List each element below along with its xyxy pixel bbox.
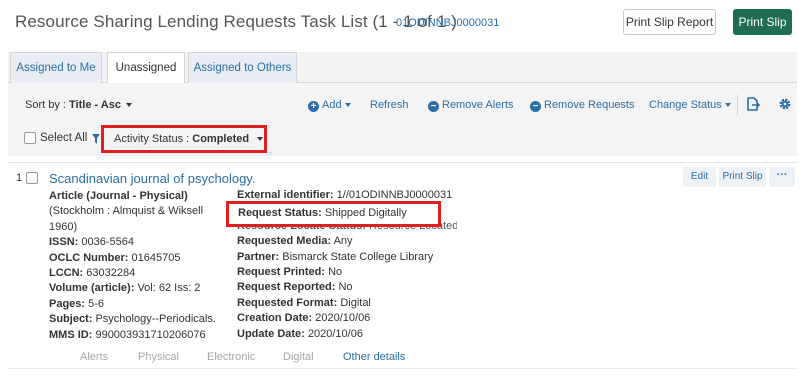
creation-date-label: Creation Date: [237, 312, 313, 325]
record-bottom-divider [8, 368, 797, 369]
page-header: Resource Sharing Lending Requests Task L… [0, 0, 812, 44]
subtab-alerts[interactable]: Alerts [80, 351, 108, 363]
request-status-value: Shipped Digitally [324, 207, 407, 219]
record-checkbox[interactable] [26, 172, 38, 184]
creation-date-value: 2020/10/06 [315, 312, 371, 325]
change-status-button[interactable]: Change Status [649, 98, 731, 112]
change-status-label: Change Status [649, 99, 722, 111]
remove-requests-label: Remove Requests [544, 99, 635, 111]
pages-label: Pages: [49, 297, 86, 310]
chevron-down-icon [126, 103, 132, 108]
tab-assigned-to-others[interactable]: Assigned to Others [188, 52, 297, 83]
issn-value: 0036-5564 [81, 236, 135, 249]
subtab-digital[interactable]: Digital [283, 351, 314, 363]
request-reported-value: No [338, 281, 353, 294]
plus-circle-icon: + [308, 101, 319, 112]
lccn-label: LCCN: [49, 267, 84, 280]
request-printed-label: Request Printed: [237, 265, 326, 278]
request-status-highlight: Request Status: Shipped Digitally [226, 201, 441, 227]
partner-label: Partner: [237, 250, 280, 263]
request-printed-value: No [328, 265, 343, 278]
toolbar-separator [737, 95, 738, 115]
filter-prefix: Activity Status : [114, 133, 193, 145]
gear-icon[interactable] [778, 97, 792, 111]
add-button[interactable]: + Add [308, 98, 351, 112]
minus-circle-icon: − [428, 101, 439, 112]
request-reported-label: Request Reported: [237, 281, 336, 294]
institution-code-link[interactable]: 01ODINNBJ0000031 [396, 17, 499, 29]
chevron-down-icon [257, 137, 264, 142]
volume-label: Volume (article): [49, 282, 135, 295]
print-slip-report-button[interactable]: Print Slip Report [623, 9, 716, 35]
sort-dropdown[interactable]: Sort by : Title - Asc [25, 99, 132, 111]
export-icon[interactable] [746, 97, 760, 111]
requested-format-value: Digital [340, 296, 371, 309]
subtab-other-details[interactable]: Other details [343, 351, 405, 363]
tab-assigned-to-me[interactable]: Assigned to Me [10, 52, 102, 83]
pages-value: 5-6 [88, 297, 105, 310]
sort-prefix: Sort by : [25, 99, 70, 111]
requested-format-label: Requested Format: [237, 296, 338, 309]
select-all-label: Select All [40, 132, 88, 144]
record-type: Article (Journal - Physical) [49, 190, 188, 202]
update-date-value: 2020/10/06 [307, 327, 363, 340]
filter-icon [92, 134, 100, 144]
mms-id-label: MMS ID: [49, 328, 93, 341]
filter-value: Completed [192, 133, 250, 145]
subtab-electronic[interactable]: Electronic [207, 351, 255, 363]
select-all-checkbox[interactable] [24, 132, 36, 144]
external-identifier-value: 1//01ODINNBJ0000031 [336, 189, 453, 201]
activity-status-filter[interactable]: Activity Status : Completed [101, 125, 267, 153]
more-actions-button[interactable]: ··· [769, 167, 795, 187]
record-title-link[interactable]: Scandinavian journal of psychology. [49, 171, 255, 186]
request-status-label: Request Status: [238, 207, 322, 219]
record-details-left: Article (Journal - Physical) (Stockholm … [49, 189, 224, 343]
chevron-down-icon [724, 103, 731, 108]
subject-value: Psychology--Periodicals. [95, 313, 216, 326]
add-label: Add [322, 99, 342, 111]
tab-unassigned[interactable]: Unassigned [107, 52, 185, 84]
remove-alerts-button[interactable]: − Remove Alerts [428, 98, 514, 112]
chevron-down-icon [344, 103, 351, 108]
minus-circle-icon: − [530, 101, 541, 112]
volume-value: Vol: 62 Iss: 2 [137, 282, 201, 295]
remove-alerts-label: Remove Alerts [442, 99, 514, 111]
sort-value: Title - Asc [69, 99, 121, 111]
edit-button[interactable]: Edit [683, 167, 716, 187]
subject-label: Subject: [49, 313, 93, 326]
oclc-label: OCLC Number: [49, 251, 129, 264]
requested-media-value: Any [333, 235, 353, 248]
requested-media-label: Requested Media: [237, 235, 332, 248]
mms-id-value: 990003931710206076 [95, 328, 206, 341]
update-date-label: Update Date: [237, 327, 305, 340]
page-title: Resource Sharing Lending Requests Task L… [15, 12, 457, 31]
remove-requests-button[interactable]: − Remove Requests [530, 98, 635, 112]
print-slip-button[interactable]: Print Slip [733, 9, 792, 35]
record-print-slip-button[interactable]: Print Slip [719, 167, 766, 187]
record-publisher: (Stockholm : Almquist & Wiksell 1960) [49, 205, 204, 233]
oclc-value: 01645705 [131, 251, 181, 264]
subtab-physical[interactable]: Physical [138, 351, 179, 363]
lccn-value: 63032284 [86, 267, 136, 280]
record-divider [8, 162, 797, 163]
issn-label: ISSN: [49, 236, 79, 249]
refresh-button[interactable]: Refresh [370, 98, 409, 112]
external-identifier-label: External identifier: [237, 189, 334, 201]
partner-value: Bismarck State College Library [282, 250, 434, 263]
record-number: 1 [16, 172, 23, 184]
